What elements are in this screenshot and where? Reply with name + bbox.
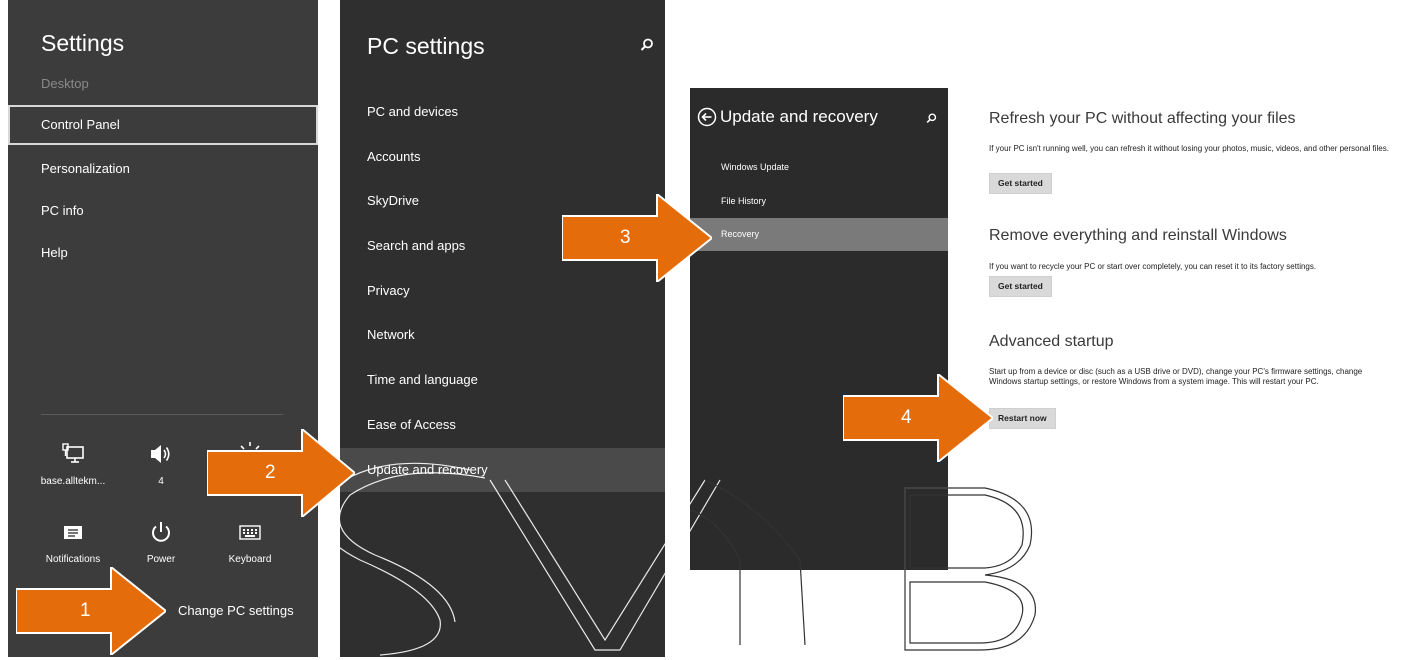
keyboard-tile[interactable]: Keyboard <box>210 518 290 565</box>
refresh-get-started-button[interactable]: Get started <box>989 173 1052 194</box>
accounts-item[interactable]: Accounts <box>340 135 665 179</box>
restart-now-button[interactable]: Restart now <box>989 408 1056 429</box>
recovery-item[interactable]: Recovery <box>690 218 948 251</box>
help-item[interactable]: Help <box>8 233 318 273</box>
personalization-item[interactable]: Personalization <box>8 149 318 189</box>
step-1-arrow: 1 <box>15 564 168 660</box>
update-and-recovery-item[interactable]: Update and recovery <box>340 448 665 492</box>
update-recovery-title: Update and recovery <box>720 107 878 126</box>
step-2-arrow: 2 <box>206 426 357 522</box>
change-pc-settings-link[interactable]: Change PC settings <box>178 603 294 618</box>
settings-subtitle: Desktop <box>41 76 89 91</box>
notifications-tile[interactable]: Notifications <box>33 518 113 565</box>
ease-of-access-item[interactable]: Ease of Access <box>340 403 665 447</box>
pc-info-item[interactable]: PC info <box>8 191 318 231</box>
time-and-language-item[interactable]: Time and language <box>340 358 665 402</box>
file-history-item[interactable]: File History <box>690 185 948 218</box>
control-panel-item[interactable]: Control Panel <box>8 105 318 145</box>
search-icon[interactable] <box>926 111 937 129</box>
step-4-arrow: 4 <box>842 371 995 467</box>
update-recovery-panel: Update and recovery Windows Update File … <box>690 88 948 570</box>
windows-update-item[interactable]: Windows Update <box>690 151 948 184</box>
step-3-label: 3 <box>620 227 631 248</box>
step-2-label: 2 <box>265 462 276 483</box>
keyboard-label: Keyboard <box>228 554 272 565</box>
network-icon <box>33 440 113 468</box>
refresh-title: Refresh your PC without affecting your f… <box>989 110 1296 127</box>
power-tile[interactable]: Power <box>121 518 201 565</box>
volume-label: 4 <box>158 476 164 487</box>
pc-settings-title: PC settings <box>367 33 485 59</box>
power-icon <box>121 518 201 546</box>
keyboard-icon <box>210 518 290 546</box>
divider <box>41 414 283 415</box>
volume-icon <box>121 440 201 468</box>
network-label: base.alltekm... <box>40 476 106 487</box>
notifications-icon <box>33 518 113 546</box>
reset-description: If you want to recycle your PC or start … <box>989 262 1317 271</box>
settings-charm-panel: Settings Desktop Control Panel Personali… <box>8 0 318 657</box>
settings-title: Settings <box>41 30 125 56</box>
advanced-startup-title: Advanced startup <box>989 333 1114 350</box>
step-1-label: 1 <box>80 600 91 621</box>
reset-title: Remove everything and reinstall Windows <box>989 227 1287 244</box>
network-tile[interactable]: base.alltekm... <box>33 440 113 487</box>
step-4-label: 4 <box>901 407 912 428</box>
search-icon[interactable] <box>640 38 654 57</box>
power-label: Power <box>146 554 176 565</box>
pc-and-devices-item[interactable]: PC and devices <box>340 90 665 134</box>
volume-tile[interactable]: 4 <box>121 440 201 487</box>
refresh-description: If your PC isn't running well, you can r… <box>989 144 1389 153</box>
notifications-label: Notifications <box>45 554 101 565</box>
step-3-arrow: 3 <box>561 191 714 287</box>
advanced-startup-description: Start up from a device or disc (such as … <box>989 367 1363 386</box>
back-arrow-icon[interactable] <box>697 107 717 132</box>
pc-settings-panel: PC settings PC and devices Accounts SkyD… <box>340 0 665 657</box>
network-item[interactable]: Network <box>340 313 665 357</box>
reset-get-started-button[interactable]: Get started <box>989 276 1052 297</box>
